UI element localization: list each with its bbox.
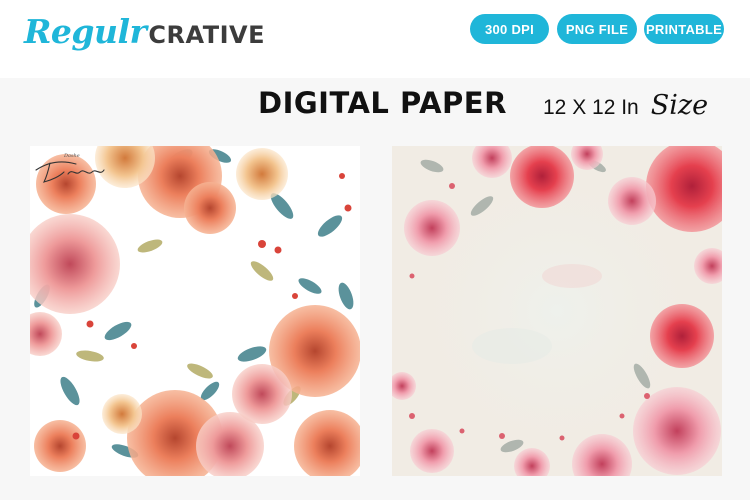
signature-text: Dashe [63,153,80,159]
badge-300-dpi: 300 DPI [470,14,549,44]
brand-bold-text: CRATIVE [148,21,265,49]
signature-mark: Dashe [35,153,105,183]
size-info: 12 X 12 In Size [543,90,708,121]
peony-frame-artwork [30,146,360,476]
brand-script-text: Regulr [24,12,147,51]
paper-preview-peony-frame: Dashe [30,146,360,476]
page-title: DIGITAL PAPER [258,86,507,120]
header-bar: Regulr CRATIVE 300 DPI PNG FILE PRINTABL… [0,0,750,78]
size-dimensions: 12 X 12 In [543,96,639,119]
brand-logo[interactable]: Regulr CRATIVE [24,12,265,58]
badge-printable: PRINTABLE [644,14,724,44]
size-word: Size [650,90,709,121]
paper-preview-pink-florals [392,146,722,476]
badge-png-file: PNG FILE [557,14,637,44]
pink-florals-artwork [392,146,722,476]
